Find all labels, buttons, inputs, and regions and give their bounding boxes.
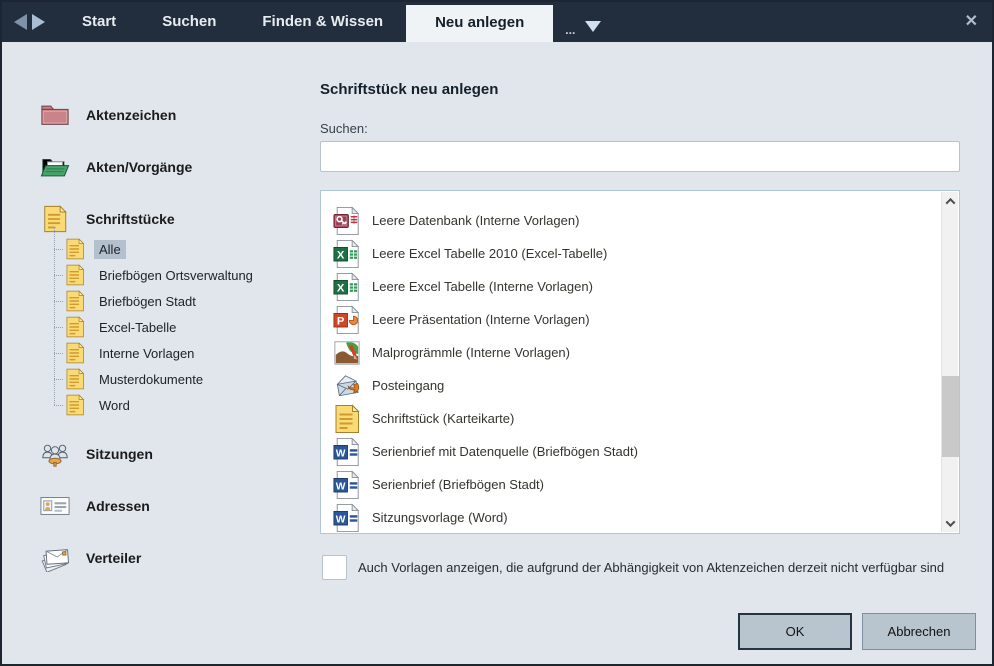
tab-suchen[interactable]: Suchen [139, 2, 239, 42]
open-envelope-icon [333, 371, 361, 401]
sidebar-item-aktenzeichen[interactable]: Aktenzeichen [40, 100, 176, 130]
tab-overflow-menu[interactable]: ... [565, 2, 601, 42]
template-list-item[interactable]: Malprogrämmle (Interne Vorlagen) [333, 336, 959, 369]
template-label: Sitzungsvorlage (Word) [372, 510, 508, 525]
tree-item-label: Alle [94, 240, 126, 259]
sidebar-item-verteiler[interactable]: Verteiler [40, 543, 141, 573]
word-file-icon [333, 503, 361, 533]
cancel-button[interactable]: Abbrechen [862, 613, 976, 650]
yellow-document-icon [40, 205, 70, 233]
tree-item-briefboegen-stadt[interactable]: Briefbögen Stadt [64, 288, 258, 314]
yellow-document-icon [64, 316, 86, 338]
tree-item-briefboegen-ortsverwaltung[interactable]: Briefbögen Ortsverwaltung [64, 262, 258, 288]
ok-button[interactable]: OK [738, 613, 852, 650]
tree-item-label: Word [94, 396, 135, 415]
yellow-document-icon [333, 404, 361, 434]
nav-forward-icon[interactable] [32, 14, 45, 30]
sidebar-item-schriftstuecke[interactable]: Schriftstücke [40, 204, 175, 234]
template-list-item[interactable]: Schriftstück (Karteikarte) [333, 402, 959, 435]
sidebar-item-label: Aktenzeichen [86, 107, 176, 123]
scrollbar-thumb[interactable] [942, 376, 959, 457]
green-open-folder-icon [40, 153, 70, 181]
template-list-item[interactable]: Leere Datenbank (Interne Vorlagen) [333, 204, 959, 237]
tree-item-label: Briefbögen Stadt [94, 292, 201, 311]
sidebar-item-sitzungen[interactable]: Sitzungen [40, 439, 153, 469]
schriftstuecke-subtree: Alle Briefbögen Ortsverwaltung Briefböge… [64, 236, 258, 418]
word-file-icon [333, 470, 361, 500]
sidebar-item-label: Verteiler [86, 550, 141, 566]
tree-item-excel-tabelle[interactable]: Excel-Tabelle [64, 314, 258, 340]
template-list-item[interactable]: Leere Excel Tabelle 2010 (Excel-Tabelle) [333, 237, 959, 270]
template-list: Leere Datenbank (Interne Vorlagen) Leere… [320, 190, 960, 534]
template-label: Leere Präsentation (Interne Vorlagen) [372, 312, 590, 327]
template-label: Serienbrief mit Datenquelle (Briefbögen … [372, 444, 638, 459]
page-title: Schriftstück neu anlegen [320, 81, 498, 98]
dropdown-arrow-icon [585, 21, 601, 32]
scroll-down-button[interactable] [942, 514, 959, 532]
tree-item-label: Interne Vorlagen [94, 344, 199, 363]
template-list-item[interactable]: Leere Präsentation (Interne Vorlagen) [333, 303, 959, 336]
search-label: Suchen: [320, 121, 368, 136]
chevron-up-icon [946, 197, 956, 207]
overflow-ellipsis: ... [565, 25, 575, 35]
paint-file-icon [333, 338, 361, 368]
sidebar-item-adressen[interactable]: Adressen [40, 491, 150, 521]
tree-item-musterdokumente[interactable]: Musterdokumente [64, 366, 258, 392]
sidebar-item-label: Sitzungen [86, 446, 153, 462]
tree-item-interne-vorlagen[interactable]: Interne Vorlagen [64, 340, 258, 366]
template-label: Posteingang [372, 378, 444, 393]
yellow-document-icon [64, 290, 86, 312]
chevron-down-icon [946, 517, 956, 527]
template-label: Leere Datenbank (Interne Vorlagen) [372, 213, 579, 228]
address-card-icon [40, 492, 70, 520]
word-file-icon [333, 437, 361, 467]
show-unavailable-checkbox[interactable] [322, 555, 347, 580]
meeting-people-icon [40, 440, 70, 468]
envelopes-stack-icon [40, 544, 70, 572]
dialog-window: Start Suchen Finden & Wissen Neu anlegen… [0, 0, 994, 666]
yellow-document-icon [64, 264, 86, 286]
template-list-item[interactable]: Serienbrief mit Datenquelle (Briefbögen … [333, 435, 959, 468]
tab-neu-anlegen[interactable]: Neu anlegen [406, 5, 553, 42]
tab-finden-wissen[interactable]: Finden & Wissen [239, 2, 406, 42]
tree-item-alle[interactable]: Alle [64, 236, 258, 262]
access-file-icon [333, 206, 361, 236]
template-label: Serienbrief (Briefbögen Stadt) [372, 477, 544, 492]
template-label: Leere Excel Tabelle 2010 (Excel-Tabelle) [372, 246, 607, 261]
sidebar-item-akten-vorgaenge[interactable]: Akten/Vorgänge [40, 152, 192, 182]
close-icon[interactable]: ✕ [965, 14, 978, 30]
sidebar-item-label: Akten/Vorgänge [86, 159, 192, 175]
template-label: Leere Excel Tabelle (Interne Vorlagen) [372, 279, 593, 294]
template-list-item[interactable]: Posteingang [333, 369, 959, 402]
search-input[interactable] [320, 141, 960, 172]
powerpoint-file-icon [333, 305, 361, 335]
tab-start[interactable]: Start [59, 2, 139, 42]
tree-item-label: Briefbögen Ortsverwaltung [94, 266, 258, 285]
template-list-item[interactable]: Serienbrief (Briefbögen Stadt) [333, 468, 959, 501]
template-list-item[interactable]: Sitzungsvorlage (Word) [333, 501, 959, 534]
yellow-document-icon [64, 394, 86, 416]
nav-back-icon[interactable] [14, 14, 27, 30]
tree-item-label: Musterdokumente [94, 370, 208, 389]
yellow-document-icon [64, 368, 86, 390]
tab-bar: Start Suchen Finden & Wissen Neu anlegen… [2, 2, 992, 42]
tree-item-label: Excel-Tabelle [94, 318, 181, 337]
checkbox-label: Auch Vorlagen anzeigen, die aufgrund der… [358, 555, 944, 580]
template-label: Malprogrämmle (Interne Vorlagen) [372, 345, 570, 360]
yellow-document-icon [64, 342, 86, 364]
nav-arrows [14, 14, 45, 30]
yellow-document-icon [64, 238, 86, 260]
red-folder-icon [40, 101, 70, 129]
list-scrollbar[interactable] [941, 192, 958, 532]
template-label: Schriftstück (Karteikarte) [372, 411, 514, 426]
scroll-up-button[interactable] [942, 192, 959, 210]
sidebar-item-label: Adressen [86, 498, 150, 514]
excel-file-icon [333, 272, 361, 302]
tree-item-word[interactable]: Word [64, 392, 258, 418]
template-list-item[interactable]: Leere Excel Tabelle (Interne Vorlagen) [333, 270, 959, 303]
excel-file-icon [333, 239, 361, 269]
sidebar-item-label: Schriftstücke [86, 211, 175, 227]
